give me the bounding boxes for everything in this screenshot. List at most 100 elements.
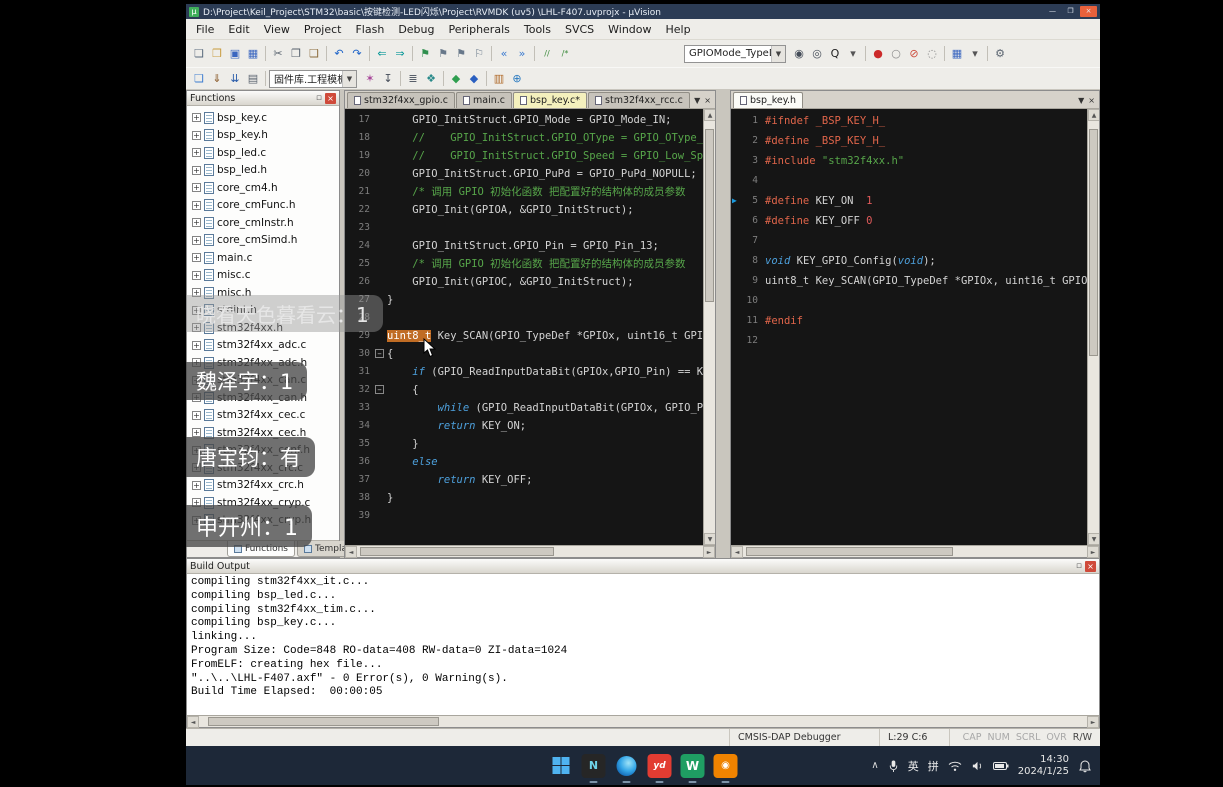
taskbar-clock[interactable]: 14:30 2024/1/25 (1018, 754, 1069, 777)
tray-expand-icon[interactable]: ∧ (871, 760, 878, 771)
tree-item[interactable]: +core_cmInstr.h (187, 214, 339, 232)
code-line[interactable]: 8void KEY_GPIO_Config(void); (731, 251, 1087, 271)
scroll-thumb[interactable] (705, 129, 714, 302)
menu-item-view[interactable]: View (257, 21, 297, 38)
pack-installer-icon[interactable]: ⊕ (508, 70, 526, 88)
pin-icon[interactable]: ▫ (316, 93, 322, 103)
scroll-track[interactable] (704, 121, 715, 533)
menu-item-window[interactable]: Window (601, 21, 658, 38)
expander-icon[interactable]: + (192, 113, 201, 122)
menu-item-svcs[interactable]: SVCS (558, 21, 601, 38)
fold-marker-icon[interactable]: − (375, 385, 384, 394)
scroll-track[interactable] (199, 716, 1087, 727)
code-line[interactable]: 18 // GPIO_InitStruct.GPIO_OType = GPIO_… (345, 129, 703, 147)
find-dropdown-icon[interactable]: ▾ (844, 45, 862, 63)
comment-selection-icon[interactable]: // (538, 45, 556, 63)
bookmark-next-icon[interactable]: ⚑ (452, 45, 470, 63)
code-line[interactable]: 20 GPIO_InitStruct.GPIO_PuPd = GPIO_PuPd… (345, 165, 703, 183)
code-line[interactable]: 36 else (345, 453, 703, 471)
navigate-back-icon[interactable]: ⇐ (373, 45, 391, 63)
editor-tab[interactable]: main.c (456, 92, 512, 108)
scroll-track[interactable] (743, 546, 1087, 557)
component-blue-icon[interactable]: ◆ (465, 70, 483, 88)
expander-icon[interactable]: + (192, 131, 201, 140)
disable-breakpoint-icon[interactable]: ○ (887, 45, 905, 63)
rebuild-all-icon[interactable]: ⇊ (226, 70, 244, 88)
menu-item-file[interactable]: File (189, 21, 221, 38)
battery-icon[interactable] (993, 761, 1009, 771)
fold-marker-icon[interactable]: − (375, 349, 384, 358)
right-hscrollbar[interactable]: ◄ ► (731, 545, 1099, 557)
edge-browser-icon[interactable] (615, 754, 639, 778)
bookmark-previous-icon[interactable]: ⚑ (434, 45, 452, 63)
code-line[interactable]: 7 (731, 231, 1087, 251)
enable-all-breakpoints-icon[interactable]: ◌ (923, 45, 941, 63)
scroll-up-arrow[interactable]: ▲ (704, 109, 715, 121)
copy-icon[interactable]: ❐ (287, 45, 305, 63)
flash-download-icon[interactable]: ↧ (379, 70, 397, 88)
right-vscrollbar[interactable]: ▲ ▼ (1087, 109, 1099, 545)
menu-item-peripherals[interactable]: Peripherals (442, 21, 517, 38)
code-line[interactable]: 6#define KEY_OFF 0 (731, 211, 1087, 231)
batch-build-icon[interactable]: ▤ (244, 70, 262, 88)
pin-icon[interactable]: ▫ (1076, 561, 1082, 571)
close-panel-button[interactable]: × (325, 93, 336, 104)
tree-item[interactable]: +core_cmSimd.h (187, 232, 339, 250)
menu-item-help[interactable]: Help (659, 21, 698, 38)
speaker-icon[interactable] (971, 760, 984, 772)
taskbar-app1-icon[interactable]: N (582, 754, 606, 778)
bookmark-toggle-icon[interactable]: ⚑ (416, 45, 434, 63)
tab-close-icon[interactable]: × (1088, 96, 1095, 105)
center-vscrollbar[interactable]: ▲ ▼ (703, 109, 715, 545)
code-line[interactable]: 27} (345, 291, 703, 309)
code-line[interactable]: 2#define _BSP_KEY_H_ (731, 131, 1087, 151)
menu-item-edit[interactable]: Edit (221, 21, 256, 38)
kill-all-breakpoints-icon[interactable]: ⊘ (905, 45, 923, 63)
code-line[interactable]: ▶5#define KEY_ON 1 (731, 191, 1087, 211)
tab-list-dropdown-icon[interactable]: ▼ (694, 96, 700, 105)
save-icon[interactable]: ▣ (226, 45, 244, 63)
open-folder-icon[interactable]: ❒ (208, 45, 226, 63)
code-line[interactable]: 38} (345, 489, 703, 507)
redo-icon[interactable]: ↷ (348, 45, 366, 63)
find-icon[interactable]: ◎ (808, 45, 826, 63)
menu-item-tools[interactable]: Tools (517, 21, 558, 38)
expander-icon[interactable]: + (192, 411, 201, 420)
code-line[interactable]: 35 } (345, 435, 703, 453)
input-language-indicator[interactable]: 英 (908, 758, 919, 774)
paste-icon[interactable]: ❑ (305, 45, 323, 63)
scroll-right-arrow[interactable]: ► (1087, 546, 1099, 558)
wifi-icon[interactable] (948, 760, 962, 772)
insert-breakpoint-icon[interactable]: ● (869, 45, 887, 63)
code-line[interactable]: 33 while (GPIO_ReadInputDataBit(GPIOx, G… (345, 399, 703, 417)
code-line[interactable]: 1#ifndef _BSP_KEY_H_ (731, 111, 1087, 131)
tree-item[interactable]: +main.c (187, 249, 339, 267)
bookmark-clear-all-icon[interactable]: ⚐ (470, 45, 488, 63)
manage-project-items-icon[interactable]: ≣ (404, 70, 422, 88)
tree-item[interactable]: +core_cm4.h (187, 179, 339, 197)
expander-icon[interactable]: + (192, 148, 201, 157)
code-line[interactable]: 12 (731, 331, 1087, 351)
maximize-button[interactable]: ❐ (1062, 6, 1079, 17)
unindent-icon[interactable]: « (495, 45, 513, 63)
tree-item[interactable]: +core_cmFunc.h (187, 197, 339, 215)
expander-icon[interactable]: + (192, 341, 201, 350)
tree-item[interactable]: +stm32f4xx_cec.c (187, 407, 339, 425)
tree-item[interactable]: +bsp_key.h (187, 127, 339, 145)
editor-tab[interactable]: stm32f4xx_gpio.c (347, 92, 455, 108)
wps-office-icon[interactable]: W (681, 754, 705, 778)
expander-icon[interactable]: + (192, 183, 201, 192)
tree-item[interactable]: +stm32f4xx_adc.c (187, 337, 339, 355)
ime-mode-indicator[interactable]: 拼 (928, 758, 939, 774)
expander-icon[interactable]: + (192, 201, 201, 210)
scroll-thumb[interactable] (746, 547, 952, 556)
build-target-icon[interactable]: ⇓ (208, 70, 226, 88)
code-line[interactable]: 37 return KEY_OFF; (345, 471, 703, 489)
expander-icon[interactable]: + (192, 253, 201, 262)
scroll-left-arrow[interactable]: ◄ (345, 546, 357, 558)
microphone-icon[interactable] (888, 759, 899, 773)
code-line[interactable]: 19 // GPIO_InitStruct.GPIO_Speed = GPIO_… (345, 147, 703, 165)
component-green-icon[interactable]: ◆ (447, 70, 465, 88)
scroll-track[interactable] (357, 546, 703, 557)
code-line[interactable]: 23 (345, 219, 703, 237)
